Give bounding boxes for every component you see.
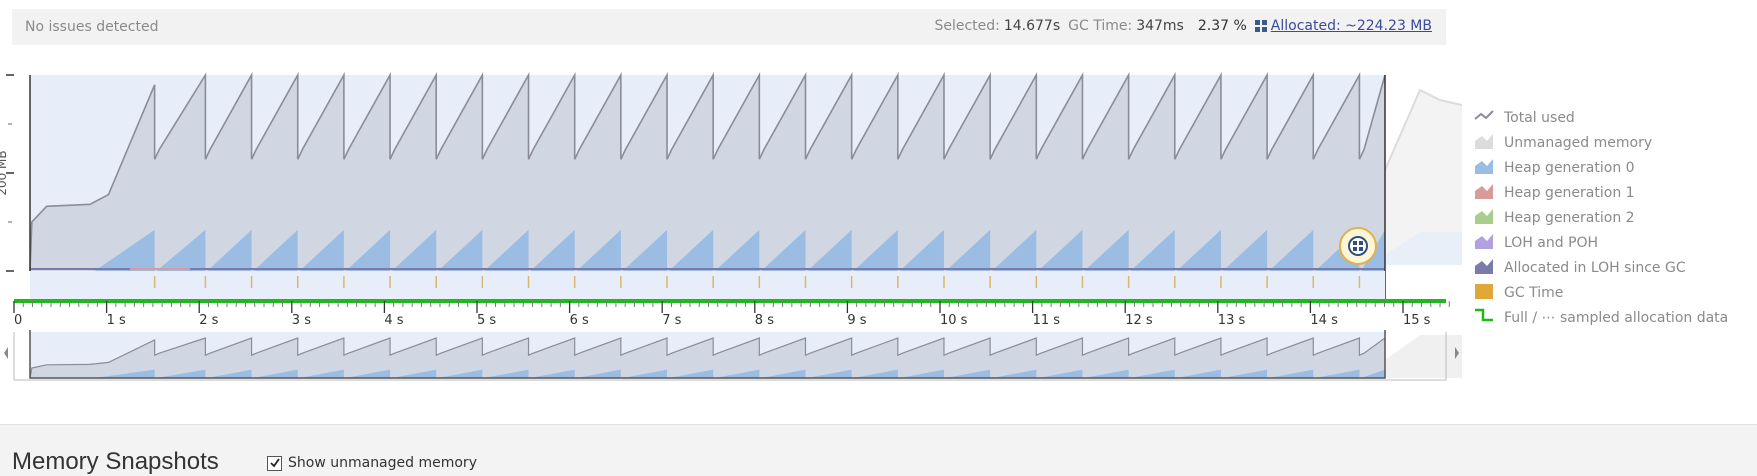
legend-item: Full / ⋯ sampled allocation data (1474, 308, 1728, 328)
legend-item: Heap generation 1 (1474, 183, 1635, 203)
legend-area-icon (1474, 182, 1494, 204)
gc-time-percent: 2.37 % (1197, 18, 1247, 34)
time-tick-label: 9 s (847, 313, 866, 328)
selected-label: Selected: (934, 18, 1000, 34)
legend-block-icon (1474, 282, 1494, 304)
legend-area-icon (1474, 207, 1494, 229)
time-tick-label: 5 s (477, 313, 496, 328)
show-unmanaged-toggle[interactable]: Show unmanaged memory (267, 455, 477, 471)
time-tick-label: 8 s (755, 313, 774, 328)
zoom-fit-button[interactable] (1339, 227, 1377, 265)
time-tick-label: 6 s (570, 313, 589, 328)
time-tick-label: 4 s (384, 313, 403, 328)
memory-snapshots-title: Memory Snapshots (12, 448, 219, 475)
time-tick-label: 0 (14, 313, 22, 328)
time-tick-label: 13 s (1218, 313, 1246, 328)
gc-time-label: GC Time: (1068, 18, 1133, 34)
legend-label: Unmanaged memory (1504, 135, 1653, 151)
zoom-magnifier-icon (1348, 236, 1368, 256)
legend-label: Full / ⋯ sampled allocation data (1504, 310, 1729, 326)
legend-area-icon (1474, 232, 1494, 254)
memory-timeline-chart[interactable]: 200 MB 0 1 s 2 s 3 s 4 s 5 s 6 s 7 s 8 s 9 s 10 s 1… (0, 60, 1462, 422)
legend-label: Heap generation 1 (1504, 185, 1635, 201)
gc-events-strip (30, 271, 1385, 301)
show-unmanaged-checkbox[interactable] (267, 455, 282, 471)
legend-item: Total used (1474, 108, 1575, 128)
legend-item: GC Time (1474, 283, 1563, 303)
status-bar: No issues detected Selected: 14.677s GC … (12, 9, 1446, 45)
show-unmanaged-label: Show unmanaged memory (288, 455, 477, 471)
legend-label: GC Time (1504, 285, 1564, 301)
time-tick-label: 2 s (199, 313, 218, 328)
time-tick-label: 15 s (1403, 313, 1431, 328)
allocations-grid-icon (1254, 20, 1267, 32)
selection-summary: Selected: 14.677s GC Time: 347ms 2.37 % … (934, 18, 1432, 34)
time-tick-label: 1 s (107, 313, 126, 328)
allocated-link[interactable]: Allocated: ~224.23 MB (1271, 18, 1432, 34)
legend-label: Heap generation 2 (1504, 210, 1635, 226)
time-tick-label: 10 s (940, 313, 968, 328)
legend-area-icon (1474, 132, 1494, 154)
checkmark-icon (269, 458, 280, 468)
time-tick-label: 14 s (1310, 313, 1338, 328)
legend-item: Allocated in LOH since GC (1474, 258, 1686, 278)
snapshots-bar: Memory Snapshots Show unmanaged memory (0, 424, 1757, 476)
time-tick-label: 3 s (292, 313, 311, 328)
legend-label: Heap generation 0 (1504, 160, 1635, 176)
time-tick-label: 12 s (1125, 313, 1153, 328)
y-axis-label: 200 MB (0, 150, 9, 195)
legend-area-icon (1474, 257, 1494, 279)
legend-label: Allocated in LOH since GC (1504, 260, 1686, 276)
legend-label: Total used (1504, 110, 1575, 126)
overview-scroller[interactable] (0, 330, 1462, 381)
time-tick-label: 11 s (1033, 313, 1061, 328)
selected-value: 14.677s (1003, 18, 1061, 34)
gc-time-value: 347ms (1136, 18, 1184, 34)
unselected-region (1384, 88, 1462, 265)
time-tick-label: 7 s (662, 313, 681, 328)
time-axis: 0 1 s 2 s 3 s 4 s 5 s 6 s 7 s 8 s 9 s 10 s 11 s 12 s… (13, 299, 1450, 328)
main-plot (29, 71, 1386, 300)
legend-step-line-icon (1474, 307, 1494, 329)
legend-item: Heap generation 2 (1474, 208, 1635, 228)
issues-status: No issues detected (25, 19, 159, 35)
legend-item: LOH and POH (1474, 233, 1598, 253)
legend-label: LOH and POH (1504, 235, 1599, 251)
legend-line-zigzag-icon (1474, 107, 1494, 129)
legend-item: Heap generation 0 (1474, 158, 1635, 178)
legend-item: Unmanaged memory (1474, 133, 1652, 153)
legend-area-icon (1474, 157, 1494, 179)
